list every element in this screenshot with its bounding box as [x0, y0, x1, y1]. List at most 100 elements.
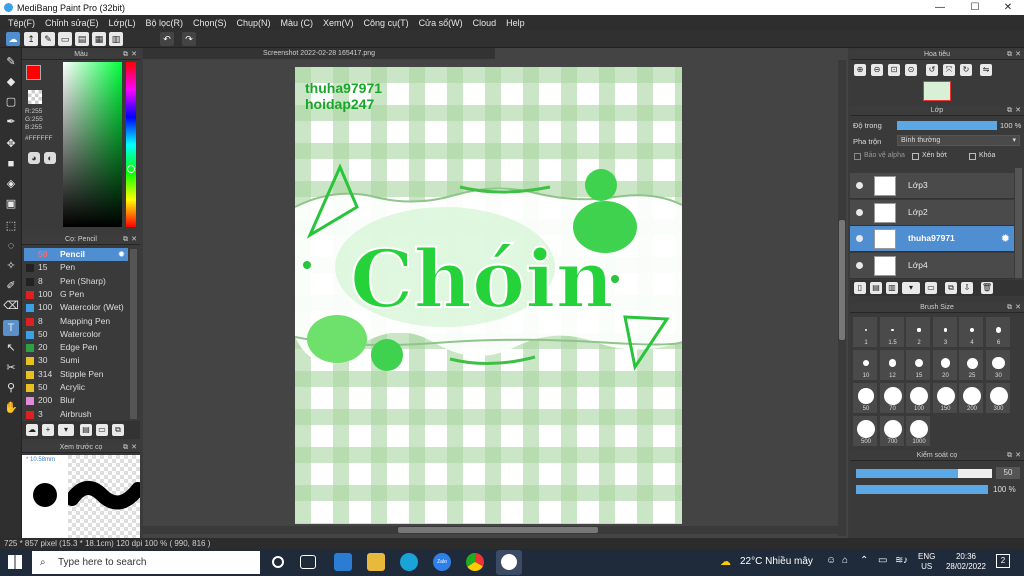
- brush-item[interactable]: 314 Stipple Pen: [24, 368, 128, 381]
- close-button[interactable]: ✕: [994, 0, 1022, 15]
- network-icon[interactable]: ⌂: [842, 555, 848, 566]
- people-icon[interactable]: ☺: [826, 555, 836, 566]
- brush-item[interactable]: 8 Mapping Pen: [24, 315, 128, 328]
- brush-size-cell[interactable]: 1000: [905, 415, 931, 447]
- magic-wand-icon[interactable]: ✧: [3, 258, 19, 274]
- brush-size-cell[interactable]: 700: [878, 415, 905, 447]
- move-tool-icon[interactable]: ✥: [3, 136, 19, 152]
- close-icon[interactable]: ✕: [1015, 106, 1021, 116]
- menu-view[interactable]: Xem(V): [318, 18, 359, 28]
- dock-icon[interactable]: ⧉: [123, 235, 128, 245]
- layer-row[interactable]: thuha97971 ✹: [850, 226, 1014, 252]
- brush-list-scrollbar[interactable]: [130, 249, 137, 419]
- brush-size-cell[interactable]: 70: [878, 382, 905, 414]
- windows-start-icon[interactable]: [8, 555, 22, 569]
- artwork-canvas[interactable]: Chóin thuha97971 hoidap247: [295, 67, 682, 524]
- fit-icon[interactable]: ⊡: [888, 64, 900, 76]
- new-color-layer-icon[interactable]: ▤: [870, 282, 882, 294]
- dock-icon[interactable]: ⧉: [1007, 451, 1012, 461]
- brush-size-cell[interactable]: 100: [905, 382, 931, 414]
- menu-edit[interactable]: Chỉnh sửa(E): [40, 18, 104, 28]
- horizontal-scroll-thumb[interactable]: [398, 527, 598, 533]
- brush-size-cell[interactable]: 150: [931, 382, 958, 414]
- color-square[interactable]: [63, 62, 122, 227]
- rotate-left-icon[interactable]: ↺: [926, 64, 938, 76]
- select-tool-icon[interactable]: ⬚: [3, 218, 19, 234]
- transparent-swatch[interactable]: [28, 90, 42, 104]
- vertical-scrollbar[interactable]: [838, 60, 846, 536]
- lock-checkbox[interactable]: [969, 153, 976, 160]
- fill-rect-icon[interactable]: ■: [3, 156, 19, 172]
- menu-file[interactable]: Tệp(F): [3, 18, 40, 28]
- palette-add-icon[interactable]: ◐: [44, 152, 56, 164]
- brush-size-cell[interactable]: 300: [984, 382, 1011, 414]
- brush-item[interactable]: 200 Blur: [24, 394, 128, 407]
- brush-size-cell[interactable]: 15: [905, 349, 931, 381]
- palette-icon[interactable]: ◕: [28, 152, 40, 164]
- brush-size-cell[interactable]: 25: [958, 349, 984, 381]
- dock-icon[interactable]: ⧉: [1007, 50, 1012, 60]
- notification-icon[interactable]: 2: [996, 554, 1010, 568]
- dock-icon[interactable]: ⧉: [1007, 303, 1012, 313]
- brush-size-cell[interactable]: 500: [852, 415, 878, 447]
- gear-icon[interactable]: ✹: [1001, 232, 1010, 245]
- brush-size-cell[interactable]: 3: [931, 316, 958, 348]
- menu-help[interactable]: Help: [501, 18, 530, 28]
- brush-item[interactable]: 100 Watercolor (Wet): [24, 301, 128, 314]
- search-box[interactable]: ⌕ Type here to search: [32, 551, 260, 574]
- menu-filter[interactable]: Bộ lọc(R): [140, 18, 188, 28]
- menu-color[interactable]: Màu (C): [276, 18, 319, 28]
- maximize-button[interactable]: ☐: [961, 0, 989, 15]
- layer-row[interactable]: Lớp3: [850, 173, 1014, 199]
- new-halftone-layer-icon[interactable]: ▥: [886, 282, 898, 294]
- new-layer-icon[interactable]: ▯: [854, 282, 866, 294]
- navigator-thumbnail[interactable]: [923, 81, 951, 101]
- text-tool-icon[interactable]: T: [3, 320, 19, 336]
- rectangle-tool-icon[interactable]: ▢: [3, 94, 19, 110]
- brush-item[interactable]: 30 Sumi: [24, 354, 128, 367]
- new-brush-icon[interactable]: ▾: [58, 424, 74, 436]
- close-icon[interactable]: ✕: [131, 50, 137, 60]
- copy-brush-icon[interactable]: ▤: [80, 424, 92, 436]
- hue-slider[interactable]: [126, 62, 136, 227]
- duplicate-layer-icon[interactable]: ⧉: [945, 282, 957, 294]
- dock-icon[interactable]: ⧉: [1007, 106, 1012, 116]
- cloud-icon[interactable]: ☁: [6, 32, 20, 46]
- bucket-tool-icon[interactable]: ◈: [3, 176, 19, 192]
- brush-size-cell[interactable]: 50: [852, 382, 878, 414]
- document-tab[interactable]: Screenshot 2022-02-28 165417.png: [143, 48, 495, 59]
- flip-icon[interactable]: ⇋: [980, 64, 992, 76]
- brush-size-slider[interactable]: [856, 469, 992, 478]
- brush-size-cell[interactable]: 20: [931, 349, 958, 381]
- brush-item[interactable]: 50 Acrylic: [24, 381, 128, 394]
- tray-chevron-icon[interactable]: ⌃: [860, 555, 868, 566]
- volume-icon[interactable]: ♪: [903, 555, 908, 566]
- lasso-tool-icon[interactable]: ◌: [3, 238, 19, 254]
- close-icon[interactable]: ✕: [131, 443, 137, 453]
- brush-size-cell[interactable]: 10: [852, 349, 878, 381]
- dock-icon[interactable]: ⧉: [123, 443, 128, 453]
- folder-icon[interactable]: ▭: [925, 282, 937, 294]
- gear-icon[interactable]: ✹: [118, 248, 125, 261]
- brush-size-cell[interactable]: 6: [984, 316, 1011, 348]
- brush-item[interactable]: 3 Airbrush: [24, 408, 128, 421]
- vertical-scroll-thumb[interactable]: [839, 220, 845, 340]
- task-view-icon[interactable]: [300, 555, 316, 569]
- operation-tool-icon[interactable]: ↖: [3, 340, 19, 356]
- chrome-icon[interactable]: [466, 553, 484, 571]
- layer-row[interactable]: Lớp4: [850, 252, 1014, 279]
- menu-select[interactable]: Chọn(S): [188, 18, 232, 28]
- visibility-icon[interactable]: [856, 182, 863, 189]
- visibility-icon[interactable]: [856, 208, 863, 216]
- zalo-icon[interactable]: Zalo: [433, 553, 451, 571]
- select-eraser-icon[interactable]: ⌫: [3, 298, 19, 314]
- upload-icon[interactable]: ↥: [24, 32, 38, 46]
- mail-icon[interactable]: [334, 553, 352, 571]
- brush-size-cell[interactable]: 1.5: [878, 316, 905, 348]
- visibility-icon[interactable]: [856, 261, 863, 269]
- cloud-brush-icon[interactable]: ☁: [26, 424, 38, 436]
- layout-icon[interactable]: ▥: [109, 32, 123, 46]
- hue-handle[interactable]: [127, 165, 135, 173]
- medibang-task-active[interactable]: [496, 550, 522, 575]
- layer-opacity-slider[interactable]: [897, 121, 997, 130]
